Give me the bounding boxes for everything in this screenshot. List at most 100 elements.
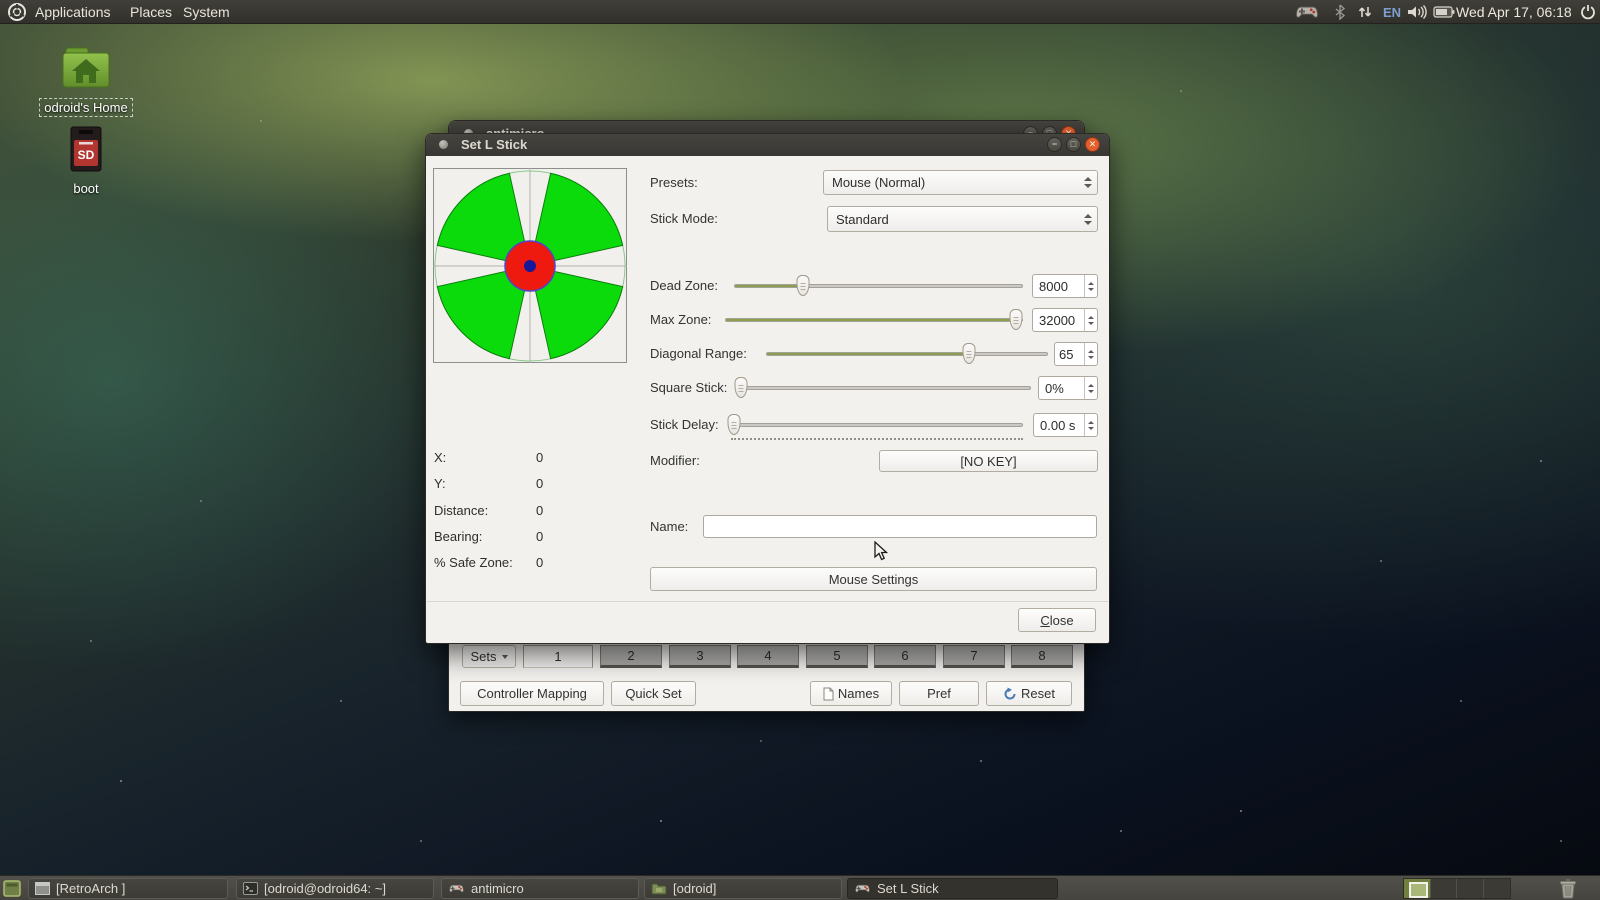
workspace-switcher[interactable] (1403, 878, 1511, 899)
presets-dropdown[interactable]: Mouse (Normal) (823, 170, 1098, 195)
mouse-cursor (874, 541, 890, 563)
name-label: Name: (650, 515, 688, 538)
spinner-arrows-icon[interactable] (1084, 414, 1097, 436)
show-desktop-icon[interactable] (3, 880, 21, 900)
safe-zone-label: % Safe Zone: (434, 553, 513, 573)
close-window-button[interactable]: ✕ (1085, 137, 1100, 152)
dialog-icon (439, 140, 448, 149)
diagonal-range-spinbox[interactable]: 65 (1054, 342, 1098, 366)
desktop-icon-home[interactable]: odroid's Home (26, 46, 146, 117)
set-tab-6[interactable]: 6 (874, 645, 936, 668)
taskbar-item-terminal[interactable]: [odroid@odroid64: ~] (236, 878, 434, 899)
slider-handle[interactable] (1009, 309, 1022, 330)
stick-delay-spinbox[interactable]: 0.00 s (1033, 413, 1098, 437)
max-zone-label: Max Zone: (650, 308, 711, 332)
desktop: Applications Places System EN Wed Apr 17… (0, 0, 1600, 900)
spinner-arrows-icon[interactable] (1084, 309, 1097, 331)
menu-applications[interactable]: Applications (35, 0, 111, 24)
dialog-separator (427, 601, 1108, 602)
controller-mapping-button[interactable]: Controller Mapping (460, 681, 604, 706)
stick-delay-tick-marks (731, 438, 1023, 440)
dead-zone-value: 8000 (1033, 275, 1084, 297)
taskbar-item-retroarch[interactable]: [RetroArch ] (28, 878, 228, 899)
workspace-1[interactable] (1404, 879, 1431, 898)
workspace-2[interactable] (1431, 879, 1458, 898)
taskbar-item-set-l-stick[interactable]: Set L Stick (847, 878, 1058, 899)
set-tab-2[interactable]: 2 (600, 645, 662, 668)
slider-handle[interactable] (727, 414, 740, 435)
menu-places[interactable]: Places (130, 0, 172, 24)
trash-icon[interactable] (1558, 878, 1578, 900)
max-zone-spinbox[interactable]: 32000 (1032, 308, 1098, 332)
modifier-button[interactable]: [NO KEY] (879, 450, 1098, 472)
taskbar-item-antimicro[interactable]: antimicro (441, 878, 639, 899)
dead-zone-slider[interactable] (734, 274, 1023, 298)
quick-set-button[interactable]: Quick Set (611, 681, 696, 706)
reset-label: Reset (1021, 686, 1055, 701)
sets-dropdown-button[interactable]: Sets (462, 645, 516, 668)
set-tab-1[interactable]: 1 (523, 645, 593, 668)
window-icon (35, 882, 50, 895)
set-tab-3[interactable]: 3 (669, 645, 731, 668)
svg-text:SD: SD (78, 148, 95, 162)
square-stick-slider[interactable] (738, 376, 1031, 400)
names-button[interactable]: Names (810, 681, 892, 706)
document-icon (823, 687, 834, 701)
workspace-4[interactable] (1484, 879, 1510, 898)
spinner-arrows-icon[interactable] (1084, 377, 1097, 399)
max-zone-slider[interactable] (725, 308, 1023, 332)
folder-icon (651, 882, 667, 895)
maximize-button[interactable]: □ (1066, 137, 1081, 152)
x-label: X: (434, 448, 446, 468)
gamepad-tray-icon[interactable] (1294, 0, 1320, 24)
gamepad-icon (448, 883, 465, 894)
set-tab-7[interactable]: 7 (943, 645, 1005, 668)
stick-mode-dropdown[interactable]: Standard (827, 206, 1098, 232)
menu-system[interactable]: System (183, 0, 230, 24)
volume-icon[interactable] (1406, 0, 1428, 24)
spinner-arrows-icon[interactable] (1084, 275, 1097, 297)
stick-visualization (433, 168, 627, 363)
max-zone-value: 32000 (1033, 309, 1084, 331)
slider-handle[interactable] (797, 275, 810, 296)
set-tab-5[interactable]: 5 (806, 645, 868, 668)
pref-button[interactable]: Pref (899, 681, 979, 706)
distance-value: 0 (536, 501, 543, 521)
stick-mode-value: Standard (828, 212, 1081, 227)
battery-icon[interactable] (1433, 0, 1455, 24)
keyboard-layout-indicator[interactable]: EN (1383, 0, 1401, 24)
reset-button[interactable]: Reset (986, 681, 1072, 706)
gamepad-icon (854, 883, 871, 894)
dead-zone-spinbox[interactable]: 8000 (1032, 274, 1098, 298)
distro-logo-icon[interactable] (7, 0, 27, 24)
close-button[interactable]: Close (1018, 608, 1096, 632)
stick-delay-slider[interactable] (731, 413, 1023, 437)
set-tab-4[interactable]: 4 (737, 645, 799, 668)
bluetooth-icon[interactable] (1334, 0, 1346, 24)
slider-handle[interactable] (963, 343, 976, 364)
workspace-3[interactable] (1457, 879, 1484, 898)
set-l-stick-dialog: Set L Stick − □ ✕ Presets: Mouse (Normal… (425, 133, 1110, 644)
taskbar-item-label: Set L Stick (877, 881, 939, 896)
desktop-icon-boot[interactable]: SD boot (26, 126, 146, 198)
square-stick-value: 0% (1039, 377, 1084, 399)
spinner-arrows-icon[interactable] (1084, 343, 1097, 365)
name-input[interactable] (703, 515, 1097, 538)
network-traffic-icon[interactable] (1357, 0, 1373, 24)
stick-position-dot (524, 260, 536, 272)
bearing-label: Bearing: (434, 527, 482, 547)
mouse-settings-button[interactable]: Mouse Settings (650, 567, 1097, 591)
slider-handle[interactable] (734, 377, 747, 398)
dialog-titlebar[interactable]: Set L Stick − □ ✕ (426, 134, 1109, 156)
square-stick-spinbox[interactable]: 0% (1038, 376, 1098, 400)
power-icon[interactable] (1580, 0, 1596, 24)
diagonal-range-slider[interactable] (766, 342, 1048, 366)
desktop-icon-label: odroid's Home (39, 98, 132, 117)
clock[interactable]: Wed Apr 17, 06:18 (1456, 0, 1572, 24)
minimize-button[interactable]: − (1047, 137, 1062, 152)
set-tab-8[interactable]: 8 (1011, 645, 1073, 668)
dialog-title: Set L Stick (461, 137, 527, 152)
taskbar-item-odroid-folder[interactable]: [odroid] (644, 878, 842, 899)
presets-label: Presets: (650, 170, 698, 195)
taskbar-item-label: antimicro (471, 881, 524, 896)
